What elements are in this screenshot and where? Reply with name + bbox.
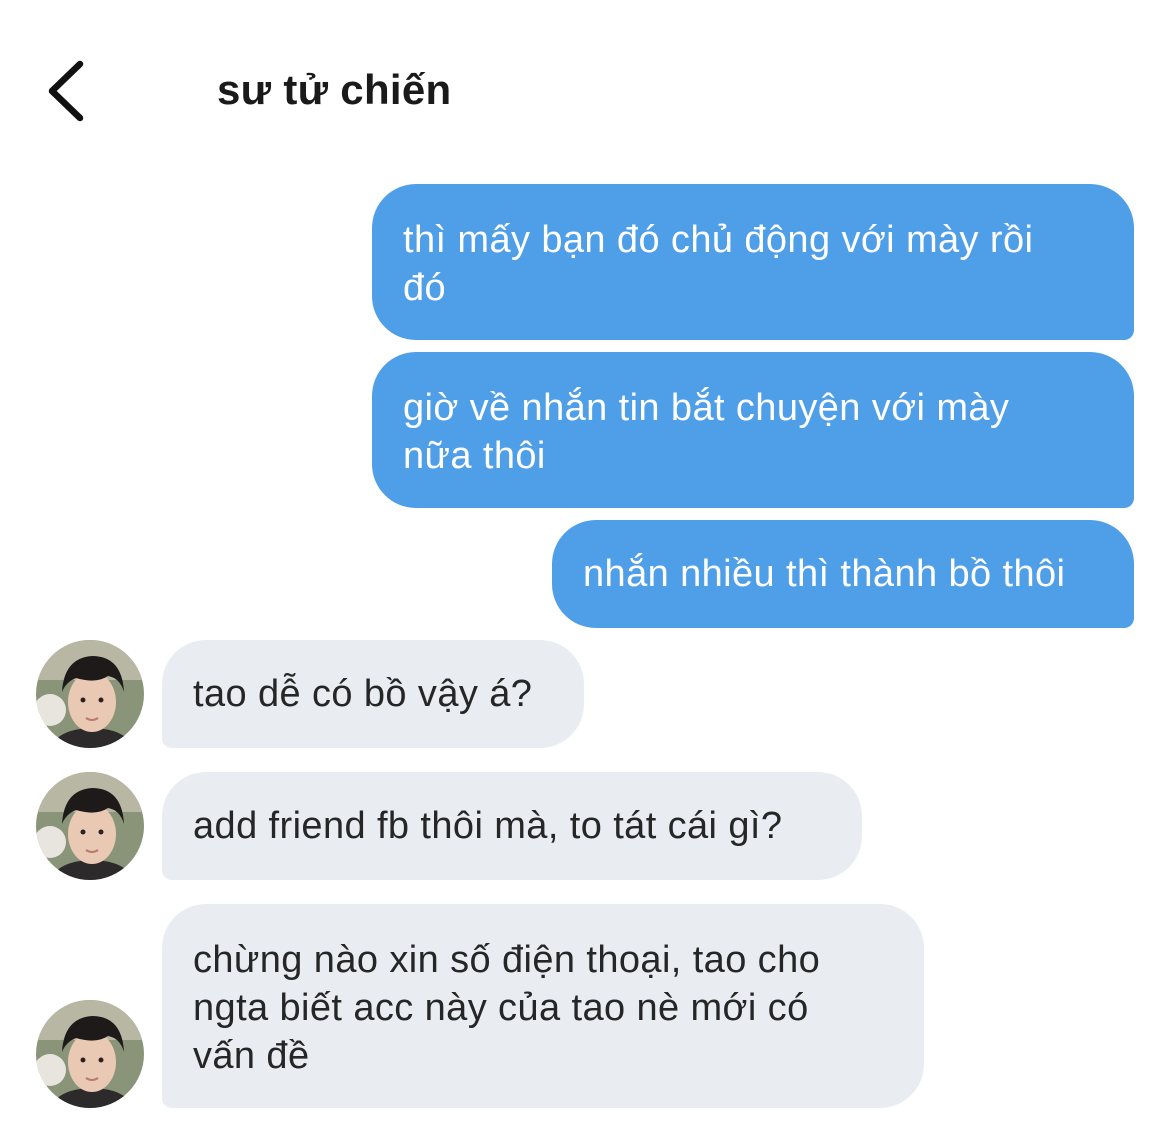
outgoing-message[interactable]: giờ về nhắn tin bắt chuyện với mày nữa t… xyxy=(372,352,1134,508)
chat-header: sư tử chiến xyxy=(0,0,1169,170)
incoming-message[interactable]: tao dễ có bồ vậy á? xyxy=(162,640,584,748)
incoming-message[interactable]: chừng nào xin số điện thoại, tao cho ngt… xyxy=(162,904,924,1108)
avatar[interactable] xyxy=(36,772,144,880)
incoming-message[interactable]: add friend fb thôi mà, to tát cái gì? xyxy=(162,772,862,880)
outgoing-message[interactable]: nhắn nhiều thì thành bồ thôi xyxy=(552,520,1134,628)
back-button[interactable] xyxy=(40,58,90,124)
avatar[interactable] xyxy=(36,640,144,748)
contact-name: sư tử chiến xyxy=(217,66,452,113)
outgoing-message[interactable]: thì mấy bạn đó chủ động với mày rồi đó xyxy=(372,184,1134,340)
chevron-left-icon xyxy=(48,60,84,122)
avatar[interactable] xyxy=(36,1000,144,1108)
